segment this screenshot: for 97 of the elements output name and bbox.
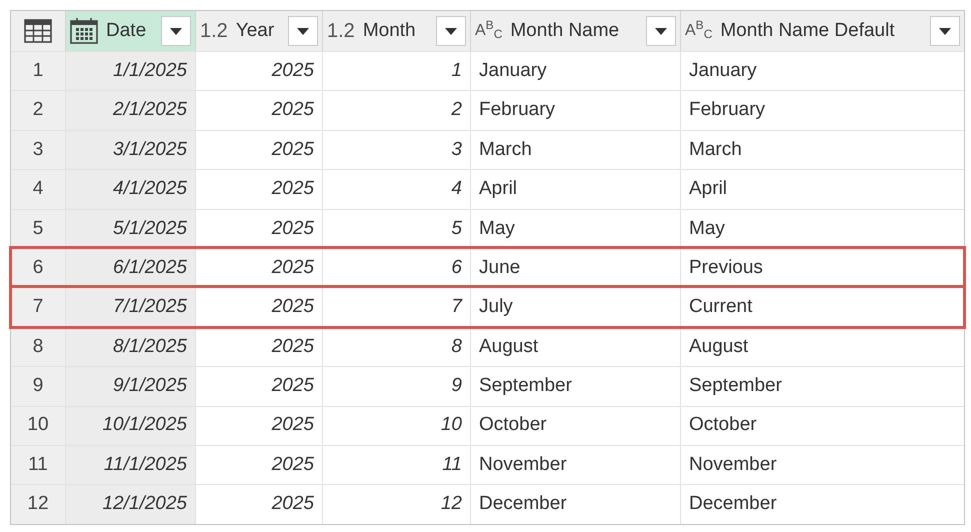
- table-cell-text: May: [479, 216, 515, 240]
- table-cell-text: 6/1/2025: [113, 256, 187, 280]
- table-cell-text: March: [479, 138, 532, 162]
- dropdown-button[interactable]: [646, 16, 676, 46]
- dropdown-button[interactable]: [436, 16, 466, 46]
- table-cell-text: 3: [451, 138, 462, 162]
- table-cell-text: August: [689, 334, 748, 359]
- row-number: 12: [11, 485, 65, 524]
- table-cell-text: 2025: [272, 138, 314, 162]
- table-cell-text: September: [479, 374, 572, 398]
- table-cell-text: 5/1/2025: [113, 216, 187, 240]
- table-cell-text: 10: [440, 413, 462, 438]
- table-cell-text: October: [689, 413, 757, 438]
- table-cell-text: 1/1/2025: [113, 58, 187, 83]
- table-cell-text: 8/1/2025: [113, 334, 187, 359]
- table-cell-text: 2025: [272, 256, 314, 280]
- row-number: 3: [11, 130, 65, 170]
- dropdown-button[interactable]: [930, 16, 960, 46]
- table-cell-text: 8: [451, 334, 462, 359]
- table-cell-text: 9: [451, 374, 462, 398]
- column-name: Month Name Default: [720, 18, 895, 43]
- column-name: Year: [236, 18, 274, 43]
- table-cell-text: 3/1/2025: [113, 138, 187, 162]
- type-label: 1.2: [327, 19, 355, 44]
- table-cell-text: July: [479, 295, 513, 320]
- table-cell-text: 2025: [272, 413, 314, 438]
- table-cell-text: 2025: [272, 58, 314, 83]
- table-cell-text: 6: [451, 256, 462, 280]
- caret-icon: [655, 28, 667, 34]
- table-cell-text: 2025: [272, 492, 314, 516]
- table-cell-text: February: [479, 98, 556, 122]
- table-cell-text: 12: [440, 492, 462, 516]
- column-name: Month: [362, 18, 416, 43]
- table-cell-text: Previous: [689, 256, 763, 280]
- table-cell-text: 2025: [272, 216, 314, 240]
- table-cell-text: April: [479, 177, 518, 202]
- table-cell-text: 9/1/2025: [113, 374, 187, 398]
- row-number: 11: [11, 446, 65, 484]
- type-label: 1.2: [200, 19, 228, 44]
- caret-icon: [170, 28, 182, 34]
- table-cell-text: 4/1/2025: [113, 177, 187, 202]
- row-number: 9: [11, 367, 65, 406]
- row-number: 4: [11, 170, 65, 209]
- table-cell-text: 2025: [272, 452, 314, 477]
- row-number: 6: [11, 248, 65, 288]
- dropdown-button[interactable]: [288, 16, 318, 46]
- table-cell-text: 7/1/2025: [113, 295, 187, 320]
- column-header[interactable]: 1.2 Year: [195, 11, 322, 51]
- table-cell-text: 2/1/2025: [113, 98, 187, 122]
- table-cell-text: Current: [689, 295, 752, 320]
- dropdown-button[interactable]: [161, 16, 191, 46]
- table-cell-text: February: [689, 98, 766, 122]
- column-header[interactable]: A$^{B}$$_{C}$ Month Name Default: [680, 11, 964, 51]
- table-cell-text: November: [689, 452, 777, 477]
- column-header[interactable]: 1.2 Month: [322, 11, 470, 51]
- table-cell-text: 2025: [272, 334, 314, 359]
- table-cell-text: 2025: [272, 177, 314, 202]
- table-cell-text: 7: [451, 295, 462, 320]
- table-cell-text: 2025: [272, 98, 314, 122]
- table-cell-text: 2: [451, 98, 462, 122]
- column-header[interactable]: Date: [65, 11, 195, 51]
- table-cell-text: May: [689, 216, 725, 240]
- table-cell-text: January: [479, 58, 547, 83]
- caret-icon: [297, 28, 309, 34]
- table-cell-text: March: [689, 138, 742, 162]
- table-cell-text: December: [479, 492, 567, 516]
- table-cell-text: 2025: [272, 295, 314, 320]
- table-cell-text: September: [689, 374, 782, 398]
- table-cell-text: 12/1/2025: [102, 492, 187, 516]
- table-cell-text: 5: [451, 216, 462, 240]
- table-cell-text: June: [479, 256, 520, 280]
- calendar-icon: [70, 18, 98, 44]
- column-name: Month Name: [510, 18, 620, 43]
- table-cell-text: December: [689, 492, 777, 516]
- column-name: Date: [106, 18, 146, 43]
- row-number: 2: [11, 91, 65, 130]
- table-cell-text: August: [479, 334, 538, 359]
- caret-icon: [939, 28, 951, 34]
- table-cell-text: 4: [451, 177, 462, 202]
- caret-icon: [445, 28, 457, 34]
- row-number: 10: [11, 406, 65, 445]
- table-cell-text: November: [479, 452, 567, 477]
- table-cell-text: 1: [451, 58, 462, 83]
- row-number: 7: [11, 288, 65, 327]
- table-cell-text: January: [689, 58, 757, 83]
- table-cell-text: 10/1/2025: [102, 413, 187, 438]
- table-cell-text: 11/1/2025: [104, 452, 187, 477]
- row-number: 8: [11, 328, 65, 366]
- table-cell-text: October: [479, 413, 547, 438]
- corner-header[interactable]: [11, 11, 65, 51]
- table-icon[interactable]: [24, 19, 52, 43]
- row-number: 5: [11, 210, 65, 248]
- table-cell-text: 11: [442, 452, 462, 477]
- table-cell-text: 2025: [272, 374, 314, 398]
- table-cell-text: April: [689, 177, 728, 202]
- row-number: 1: [11, 52, 65, 90]
- column-header[interactable]: A$^{B}$$_{C}$ Month Name: [470, 11, 680, 51]
